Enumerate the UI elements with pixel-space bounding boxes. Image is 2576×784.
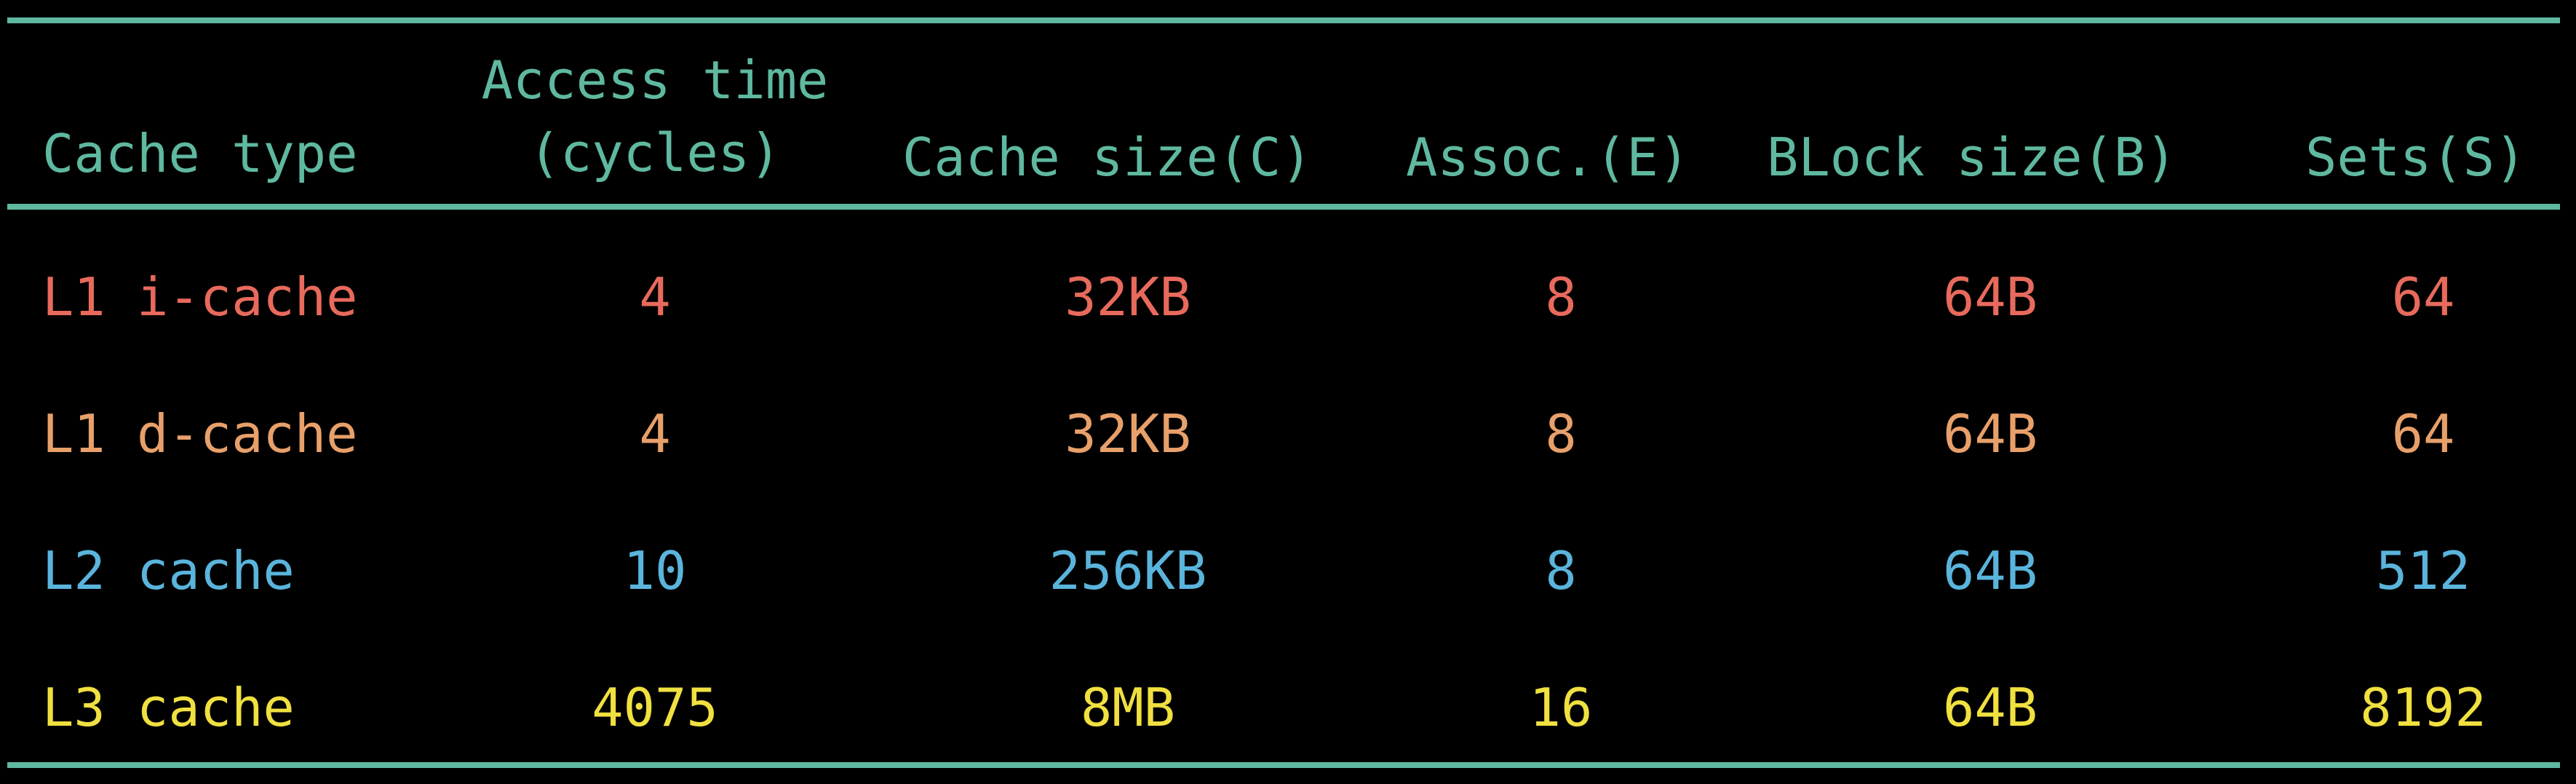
cell-cache-type: L1 d-cache bbox=[42, 403, 358, 464]
header-assoc: Assoc.(E) bbox=[1406, 127, 1690, 188]
cell-access-time: 10 bbox=[623, 540, 687, 601]
cell-assoc: 8 bbox=[1545, 403, 1577, 464]
header-block-size: BLock size(B) bbox=[1767, 127, 2177, 188]
cell-cache-type: L2 cache bbox=[42, 540, 295, 601]
cell-block-size: 64B bbox=[1942, 266, 2038, 328]
cell-sets: 64 bbox=[2391, 403, 2455, 464]
cell-access-time: 4 bbox=[639, 266, 671, 328]
cell-cache-size: 32KB bbox=[1065, 266, 1191, 328]
header-cache-type: Cache type bbox=[42, 123, 358, 184]
cell-block-size: 64B bbox=[1942, 677, 2038, 738]
cell-sets: 64 bbox=[2391, 266, 2455, 328]
cell-assoc: 16 bbox=[1529, 677, 1593, 738]
cell-access-time: 4 bbox=[639, 403, 671, 464]
table-top-rule bbox=[7, 17, 2560, 23]
cell-cache-size: 256KB bbox=[1049, 540, 1207, 601]
cell-cache-type: L3 cache bbox=[42, 677, 295, 738]
header-access-time-line1: Access time bbox=[481, 50, 829, 111]
cell-cache-type: L1 i-cache bbox=[42, 266, 358, 328]
cell-cache-size: 32KB bbox=[1065, 403, 1191, 464]
cell-cache-size: 8MB bbox=[1080, 677, 1176, 738]
cell-assoc: 8 bbox=[1545, 540, 1577, 601]
header-access-time-line2: (cycles) bbox=[528, 122, 782, 183]
cell-assoc: 8 bbox=[1545, 266, 1577, 328]
table-bottom-rule bbox=[7, 762, 2560, 768]
cell-sets: 512 bbox=[2375, 540, 2471, 601]
header-rule bbox=[7, 204, 2560, 210]
cell-access-time: 4075 bbox=[592, 677, 718, 738]
header-access-time: Access time (cycles) bbox=[466, 54, 844, 179]
cell-block-size: 64B bbox=[1942, 540, 2038, 601]
header-cache-size: Cache size(C) bbox=[902, 127, 1313, 188]
header-sets: Sets(S) bbox=[2305, 127, 2527, 188]
cell-block-size: 64B bbox=[1942, 403, 2038, 464]
cell-sets: 8192 bbox=[2360, 677, 2486, 738]
